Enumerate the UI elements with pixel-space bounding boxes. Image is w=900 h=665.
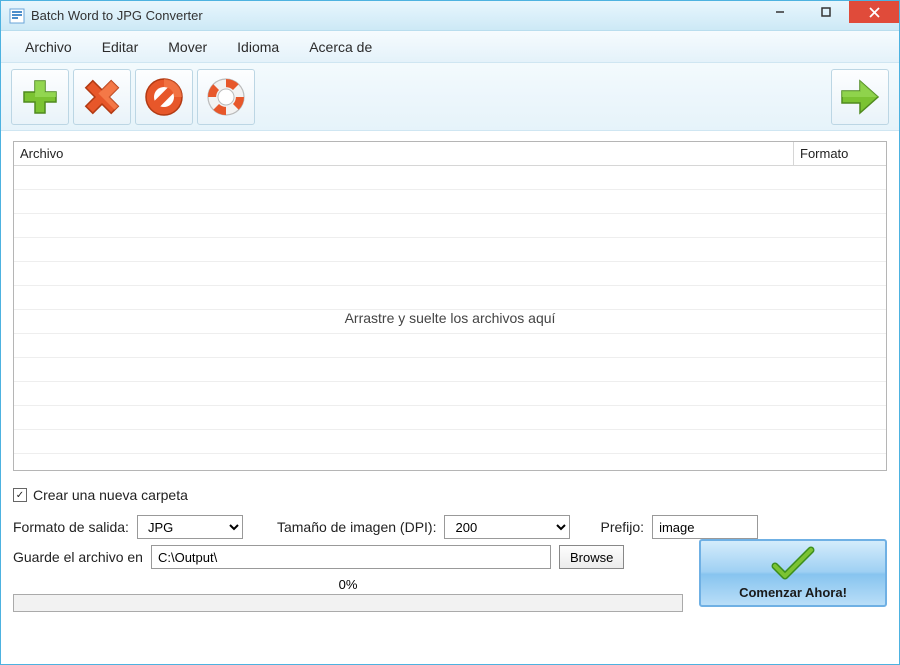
- content-area: Archivo Formato Arrastre y suelte los ar…: [1, 131, 899, 477]
- grid-row: [14, 286, 886, 310]
- progress-percent-label: 0%: [13, 577, 683, 592]
- grid-row: [14, 238, 886, 262]
- grid-header: Archivo Formato: [14, 142, 886, 166]
- save-path-label: Guarde el archivo en: [13, 549, 143, 565]
- options-panel: ✓ Crear una nueva carpeta Formato de sal…: [1, 477, 899, 539]
- grid-row: [14, 406, 886, 430]
- no-entry-icon: [142, 75, 186, 119]
- maximize-button[interactable]: [803, 1, 849, 23]
- grid-row: [14, 166, 886, 190]
- grid-row: [14, 214, 886, 238]
- remove-button[interactable]: [73, 69, 131, 125]
- format-select[interactable]: JPG: [137, 515, 243, 539]
- progress-area: 0%: [13, 577, 683, 612]
- close-button[interactable]: [849, 1, 899, 23]
- window-buttons: [757, 1, 899, 30]
- help-button[interactable]: [197, 69, 255, 125]
- plus-icon: [18, 75, 62, 119]
- new-folder-label: Crear una nueva carpeta: [33, 487, 188, 503]
- new-folder-row: ✓ Crear una nueva carpeta: [13, 487, 887, 503]
- grid-row: [14, 382, 886, 406]
- save-path-row: Guarde el archivo en Browse: [13, 545, 683, 569]
- dpi-label: Tamaño de imagen (DPI):: [277, 519, 437, 535]
- start-button[interactable]: Comenzar Ahora!: [699, 539, 887, 607]
- add-button[interactable]: [11, 69, 69, 125]
- file-grid[interactable]: Archivo Formato Arrastre y suelte los ar…: [13, 141, 887, 471]
- app-icon: [9, 8, 25, 24]
- titlebar: Batch Word to JPG Converter: [1, 1, 899, 31]
- x-icon: [80, 75, 124, 119]
- format-row: Formato de salida: JPG Tamaño de imagen …: [13, 515, 887, 539]
- arrow-right-icon: [836, 75, 884, 119]
- menu-idioma[interactable]: Idioma: [225, 33, 291, 61]
- grid-row: [14, 190, 886, 214]
- menu-acerca-de[interactable]: Acerca de: [297, 33, 384, 61]
- grid-row: [14, 358, 886, 382]
- prefix-input[interactable]: [652, 515, 758, 539]
- grid-row: [14, 262, 886, 286]
- grid-row: [14, 430, 886, 454]
- browse-button[interactable]: Browse: [559, 545, 624, 569]
- lifebuoy-icon: [204, 75, 248, 119]
- window-title: Batch Word to JPG Converter: [31, 8, 757, 23]
- grid-body[interactable]: Arrastre y suelte los archivos aquí: [14, 166, 886, 470]
- grid-row: [14, 334, 886, 358]
- new-folder-checkbox[interactable]: ✓: [13, 488, 27, 502]
- menu-archivo[interactable]: Archivo: [13, 33, 84, 61]
- save-path-input[interactable]: [151, 545, 551, 569]
- menubar: Archivo Editar Mover Idioma Acerca de: [1, 31, 899, 63]
- column-formato[interactable]: Formato: [794, 142, 886, 165]
- menu-editar[interactable]: Editar: [90, 33, 151, 61]
- progress-bar: [13, 594, 683, 612]
- format-label: Formato de salida:: [13, 519, 129, 535]
- drop-hint: Arrastre y suelte los archivos aquí: [345, 310, 556, 326]
- clear-button[interactable]: [135, 69, 193, 125]
- column-archivo[interactable]: Archivo: [14, 142, 794, 165]
- minimize-button[interactable]: [757, 1, 803, 23]
- menu-mover[interactable]: Mover: [156, 33, 219, 61]
- convert-button[interactable]: [831, 69, 889, 125]
- start-button-label: Comenzar Ahora!: [739, 585, 847, 600]
- prefix-label: Prefijo:: [600, 519, 644, 535]
- dpi-select[interactable]: 200: [444, 515, 570, 539]
- toolbar: [1, 63, 899, 131]
- bottom-panel: Guarde el archivo en Browse 0% Comenzar …: [1, 539, 899, 622]
- checkmark-icon: [771, 546, 815, 585]
